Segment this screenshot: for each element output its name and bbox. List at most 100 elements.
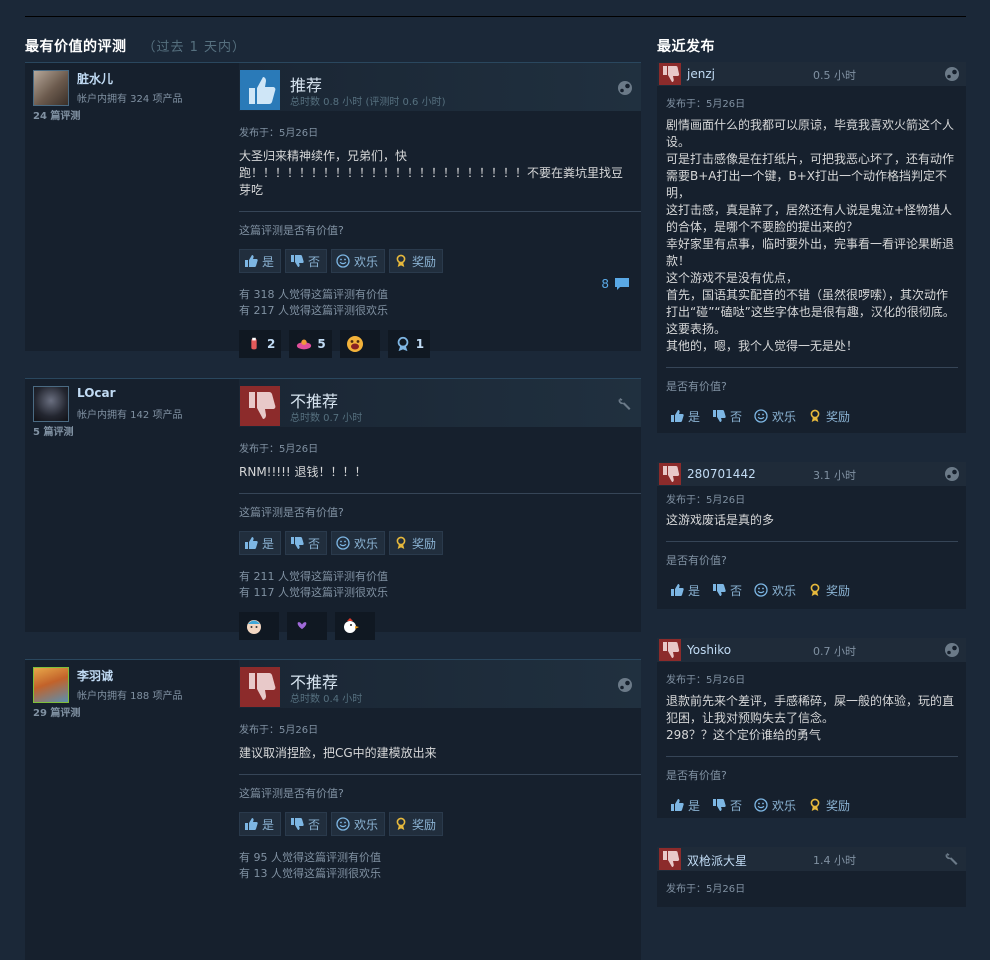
- no-button[interactable]: 否: [285, 812, 328, 836]
- yes-button[interactable]: 是: [239, 249, 282, 273]
- no-button[interactable]: 否: [708, 579, 746, 601]
- helpful-section-title: 最有价值的评测: [25, 39, 127, 55]
- award-button[interactable]: 奖励: [804, 794, 854, 816]
- yes-button[interactable]: 是: [666, 405, 704, 427]
- award-button[interactable]: 奖励: [389, 812, 444, 836]
- yes-button[interactable]: 是: [666, 579, 704, 601]
- author-name[interactable]: LOcar: [77, 386, 116, 400]
- recent-review-user[interactable]: Yoshiko: [687, 643, 731, 657]
- vote-header[interactable]: 不推荐 总时数 0.7 小时: [239, 379, 641, 427]
- review-stats: 有 318 人觉得这篇评测有价值 有 217 人觉得这篇评测很欢乐: [239, 287, 641, 319]
- funny-button[interactable]: 欢乐: [331, 812, 386, 836]
- recent-review-user[interactable]: 双枪派大星: [687, 852, 747, 869]
- thumbs-down-icon: [713, 410, 726, 422]
- vote-header[interactable]: 不推荐 总时数 0.4 小时: [239, 660, 641, 708]
- avatar[interactable]: [33, 70, 69, 106]
- author-owned-products[interactable]: 帐户内拥有 142 项产品: [77, 406, 182, 421]
- awards-list: [239, 612, 641, 640]
- award-badge[interactable]: [287, 612, 327, 640]
- funny-button[interactable]: 欢乐: [750, 794, 800, 816]
- posted-date: 发布于：5月26日: [239, 444, 319, 455]
- award-icon-1: [245, 335, 263, 353]
- rating-buttons: 是 否 欢乐 奖励: [239, 531, 641, 555]
- review-card: 李羽诚 帐户内拥有 188 项产品 29 篇评测 不推荐 总时数 0.4 小时 …: [25, 659, 641, 960]
- divider: [666, 756, 958, 757]
- author-name[interactable]: 脏水儿: [77, 70, 113, 87]
- thumbs-up-icon: [245, 255, 258, 267]
- no-button[interactable]: 否: [285, 531, 328, 555]
- recent-review-content: 这游戏废话是真的多: [666, 513, 775, 527]
- recent-review-header[interactable]: 双枪派大星 1.4 小时: [657, 847, 966, 871]
- no-button[interactable]: 否: [285, 249, 328, 273]
- helpful-question: 是否有价值?: [666, 380, 727, 393]
- funny-button[interactable]: 欢乐: [331, 531, 386, 555]
- recent-review-card: jenzj 0.5 小时 发布于：5月26日 剧情画面什么的我都可以原谅，毕竟我…: [657, 62, 966, 433]
- posted-date: 发布于：5月26日: [666, 99, 746, 110]
- author-review-count[interactable]: 5 篇评测: [33, 423, 73, 438]
- award-icon-6: [293, 617, 311, 635]
- review-card: 脏水儿 帐户内拥有 324 项产品 24 篇评测 推荐 总时数 0.8 小时 (…: [25, 62, 641, 358]
- award-ribbon-icon: [396, 536, 406, 549]
- funny-count: 有 217 人觉得这篇评测很欢乐: [239, 304, 388, 317]
- review-content: RNM!!!!! 退钱！！！！: [239, 465, 367, 479]
- thumbs-down-icon: [291, 255, 304, 267]
- vote-header[interactable]: 推荐 总时数 0.8 小时 (评测时 0.6 小时): [239, 63, 641, 111]
- award-button[interactable]: 奖励: [389, 531, 444, 555]
- author-name[interactable]: 李羽诚: [77, 667, 113, 684]
- award-ribbon-icon: [810, 409, 820, 422]
- comments-count[interactable]: 8: [601, 277, 630, 291]
- yes-button[interactable]: 是: [239, 812, 282, 836]
- funny-count: 有 117 人觉得这篇评测很欢乐: [239, 586, 388, 599]
- recent-review-user[interactable]: 280701442: [687, 467, 756, 481]
- award-icon-7: [341, 617, 359, 635]
- recent-review-header[interactable]: jenzj 0.5 小时: [657, 62, 966, 86]
- funny-button[interactable]: 欢乐: [750, 405, 800, 427]
- award-badge[interactable]: 5: [289, 330, 332, 358]
- avatar[interactable]: [33, 386, 69, 422]
- recent-section-title: 最近发布: [657, 39, 715, 55]
- award-button[interactable]: 奖励: [804, 579, 854, 601]
- award-ribbon-icon: [396, 817, 406, 830]
- award-button[interactable]: 奖励: [804, 405, 854, 427]
- funny-button[interactable]: 欢乐: [750, 579, 800, 601]
- no-button[interactable]: 否: [708, 405, 746, 427]
- award-button[interactable]: 奖励: [389, 249, 444, 273]
- recent-review-user[interactable]: jenzj: [687, 67, 715, 81]
- posted-date: 发布于：5月26日: [666, 884, 746, 895]
- award-badge[interactable]: 1: [387, 330, 431, 358]
- thumbs-up-icon: [671, 584, 684, 596]
- award-badge[interactable]: 2: [239, 330, 282, 358]
- smiley-icon: [336, 254, 350, 268]
- funny-button[interactable]: 欢乐: [331, 249, 386, 273]
- award-badge[interactable]: [239, 612, 279, 640]
- helpful-question: 是否有价值?: [666, 554, 727, 567]
- divider: [239, 493, 641, 494]
- rating-buttons: 是 否 欢乐 奖励: [239, 812, 641, 836]
- author-owned-products[interactable]: 帐户内拥有 188 项产品: [77, 687, 182, 702]
- thumbs-down-icon: [240, 386, 280, 426]
- divider: [239, 774, 641, 775]
- award-icon-2: [295, 335, 313, 353]
- review-hours: 总时数 0.7 小时: [290, 413, 363, 424]
- award-badge[interactable]: [339, 330, 380, 358]
- author-owned-products[interactable]: 帐户内拥有 324 项产品: [77, 90, 182, 105]
- smiley-icon: [754, 409, 768, 423]
- avatar[interactable]: [33, 667, 69, 703]
- author-review-count[interactable]: 29 篇评测: [33, 704, 80, 719]
- award-badge[interactable]: [335, 612, 375, 640]
- thumbs-up-icon: [245, 537, 258, 549]
- recent-review-hours: 0.5 小时: [813, 69, 856, 82]
- review-content: 建议取消捏脸，把CG中的建模放出来: [239, 746, 437, 760]
- author-review-count[interactable]: 24 篇评测: [33, 107, 80, 122]
- thumbs-down-icon: [291, 537, 304, 549]
- yes-button[interactable]: 是: [239, 531, 282, 555]
- recent-review-header[interactable]: 280701442 3.1 小时: [657, 462, 966, 486]
- award-ribbon-icon: [396, 254, 406, 267]
- yes-button[interactable]: 是: [666, 794, 704, 816]
- no-button[interactable]: 否: [708, 794, 746, 816]
- thumbs-up-icon: [245, 818, 258, 830]
- steam-icon: [945, 643, 959, 657]
- thumbs-down-icon: [713, 584, 726, 596]
- divider: [239, 211, 641, 212]
- recent-review-header[interactable]: Yoshiko 0.7 小时: [657, 638, 966, 662]
